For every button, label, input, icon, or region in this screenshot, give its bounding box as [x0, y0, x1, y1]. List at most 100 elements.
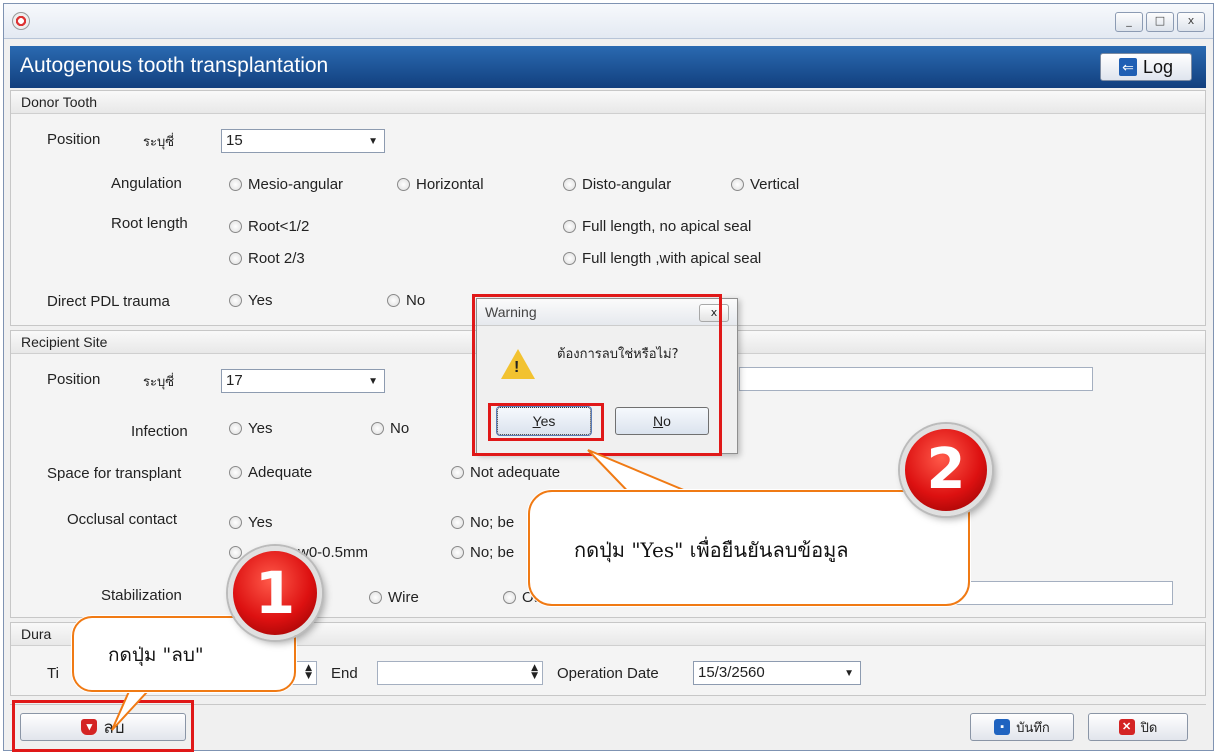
chevron-down-icon: ▼	[844, 668, 854, 679]
close-icon: ✕	[1118, 719, 1135, 735]
radio-icon	[503, 591, 516, 604]
radio-icon	[563, 252, 576, 265]
angulation-label: Angulation	[111, 175, 182, 192]
donor-tooth-section: Donor Tooth Position ระบุซี่ 15 ▼ Angula…	[10, 90, 1206, 326]
spinner-icon[interactable]: ▲ ▼	[531, 664, 538, 681]
donor-position-value: 15	[226, 132, 243, 149]
space-option-adequate[interactable]: Adequate	[229, 464, 312, 481]
callout-1-text: กดปุ่ม "ลบ"	[108, 644, 204, 666]
radio-label: No	[406, 292, 426, 309]
recipient-position-label: Position	[47, 371, 101, 388]
recipient-specify-label: ระบุซี่	[143, 375, 175, 390]
occlusal-option-yes[interactable]: Yes	[229, 514, 272, 531]
page-title: Autogenous tooth transplantation	[20, 54, 329, 77]
end-label: End	[331, 665, 358, 682]
angulation-option-mesio[interactable]: Mesio-angular	[229, 176, 343, 193]
donor-position-label: Position	[47, 131, 101, 148]
infection-label: Infection	[131, 423, 188, 440]
step-2-badge: 2	[900, 424, 992, 516]
callout-2-bubble: กดปุ่ม "Yes" เพื่อยืนยันลบข้อมูล	[528, 490, 970, 606]
pdl-trauma-label: Direct PDL trauma	[47, 293, 170, 310]
donor-position-select[interactable]: 15 ▼	[221, 129, 385, 153]
donor-specify-label: ระบุซี่	[143, 135, 175, 150]
radio-icon	[229, 220, 242, 233]
radio-label: Full length ,with apical seal	[582, 250, 762, 267]
operation-date-picker[interactable]: 15/3/2560 ▼	[693, 661, 861, 685]
radio-label: Horizontal	[416, 176, 484, 193]
form-header: Autogenous tooth transplantation ⇐ Log	[10, 46, 1206, 88]
app-icon	[12, 12, 30, 30]
radio-icon	[229, 294, 242, 307]
occlusal-option-no-2[interactable]: No; be	[451, 544, 514, 561]
maximize-button[interactable]: □	[1146, 12, 1174, 32]
radio-icon	[229, 252, 242, 265]
angulation-option-vertical[interactable]: Vertical	[731, 176, 799, 193]
radio-icon	[229, 178, 242, 191]
radio-icon	[371, 422, 384, 435]
space-option-not-adequate[interactable]: Not adequate	[451, 464, 560, 481]
radio-label: Yes	[248, 292, 273, 309]
radio-label: Disto-angular	[582, 176, 672, 193]
end-time-input[interactable]: ▲ ▼	[377, 661, 543, 685]
minimize-button[interactable]: _	[1115, 12, 1143, 32]
radio-label: Wire	[388, 589, 419, 606]
radio-label: Yes	[248, 420, 273, 437]
radio-icon	[229, 546, 242, 559]
radio-label: Root<1/2	[248, 218, 310, 235]
close-window-button[interactable]: x	[1177, 12, 1205, 32]
floppy-disk-icon: ▪	[994, 719, 1011, 735]
radio-label: No; be	[470, 514, 515, 531]
pdl-option-no[interactable]: No	[387, 292, 425, 309]
radio-icon	[451, 466, 464, 479]
radio-label: Not adequate	[470, 464, 561, 481]
radio-icon	[229, 466, 242, 479]
radio-icon	[451, 516, 464, 529]
infection-option-yes[interactable]: Yes	[229, 420, 272, 437]
root-option-two-thirds[interactable]: Root 2/3	[229, 250, 305, 267]
angulation-option-horizontal[interactable]: Horizontal	[397, 176, 484, 193]
radio-label: Vertical	[750, 176, 800, 193]
callout-2-text: กดปุ่ม "Yes" เพื่อยืนยันลบข้อมูล	[574, 538, 849, 562]
donor-section-title: Donor Tooth	[11, 91, 1205, 114]
radio-label: Root 2/3	[248, 250, 305, 267]
radio-icon	[369, 591, 382, 604]
pdl-option-yes[interactable]: Yes	[229, 292, 272, 309]
radio-icon	[397, 178, 410, 191]
recipient-note-input[interactable]	[739, 367, 1093, 391]
recipient-position-value: 17	[226, 372, 243, 389]
radio-icon	[229, 422, 242, 435]
close-button[interactable]: ✕ ปิด	[1088, 713, 1188, 741]
radio-icon	[387, 294, 400, 307]
root-length-label: Root length	[111, 215, 188, 232]
radio-icon	[563, 220, 576, 233]
save-button-label: บันทึก	[1016, 719, 1050, 735]
root-option-full-no-seal[interactable]: Full length, no apical seal	[563, 218, 751, 235]
yes-highlight-box	[488, 403, 604, 441]
spinner-icon[interactable]: ▲ ▼	[305, 664, 312, 681]
chevron-down-icon: ▼	[368, 376, 378, 387]
radio-label: No; be	[470, 544, 515, 561]
step-1-badge: 1	[228, 546, 322, 640]
radio-label: w0-0.5mm	[298, 544, 369, 561]
radio-icon	[229, 516, 242, 529]
radio-icon	[563, 178, 576, 191]
log-button[interactable]: ⇐ Log	[1100, 53, 1192, 81]
occlusal-option-no-1[interactable]: No; be	[451, 514, 514, 531]
root-option-full-with-seal[interactable]: Full length ,with apical seal	[563, 250, 761, 267]
occlusal-label: Occlusal contact	[67, 511, 178, 528]
close-button-label: ปิด	[1140, 719, 1158, 735]
save-button[interactable]: ▪ บันทึก	[970, 713, 1074, 741]
radio-label: Mesio-angular	[248, 176, 344, 193]
space-label: Space for transplant	[47, 465, 182, 482]
angulation-option-disto[interactable]: Disto-angular	[563, 176, 671, 193]
radio-label: Adequate	[248, 464, 313, 481]
stabilization-option-wire[interactable]: Wire	[369, 589, 419, 606]
operation-date-label: Operation Date	[557, 665, 659, 682]
radio-label: Yes	[248, 514, 273, 531]
root-option-less-half[interactable]: Root<1/2	[229, 218, 309, 235]
infection-option-no[interactable]: No	[371, 420, 409, 437]
recipient-position-select[interactable]: 17 ▼	[221, 369, 385, 393]
radio-label: No	[390, 420, 410, 437]
radio-icon	[451, 546, 464, 559]
radio-icon	[731, 178, 744, 191]
